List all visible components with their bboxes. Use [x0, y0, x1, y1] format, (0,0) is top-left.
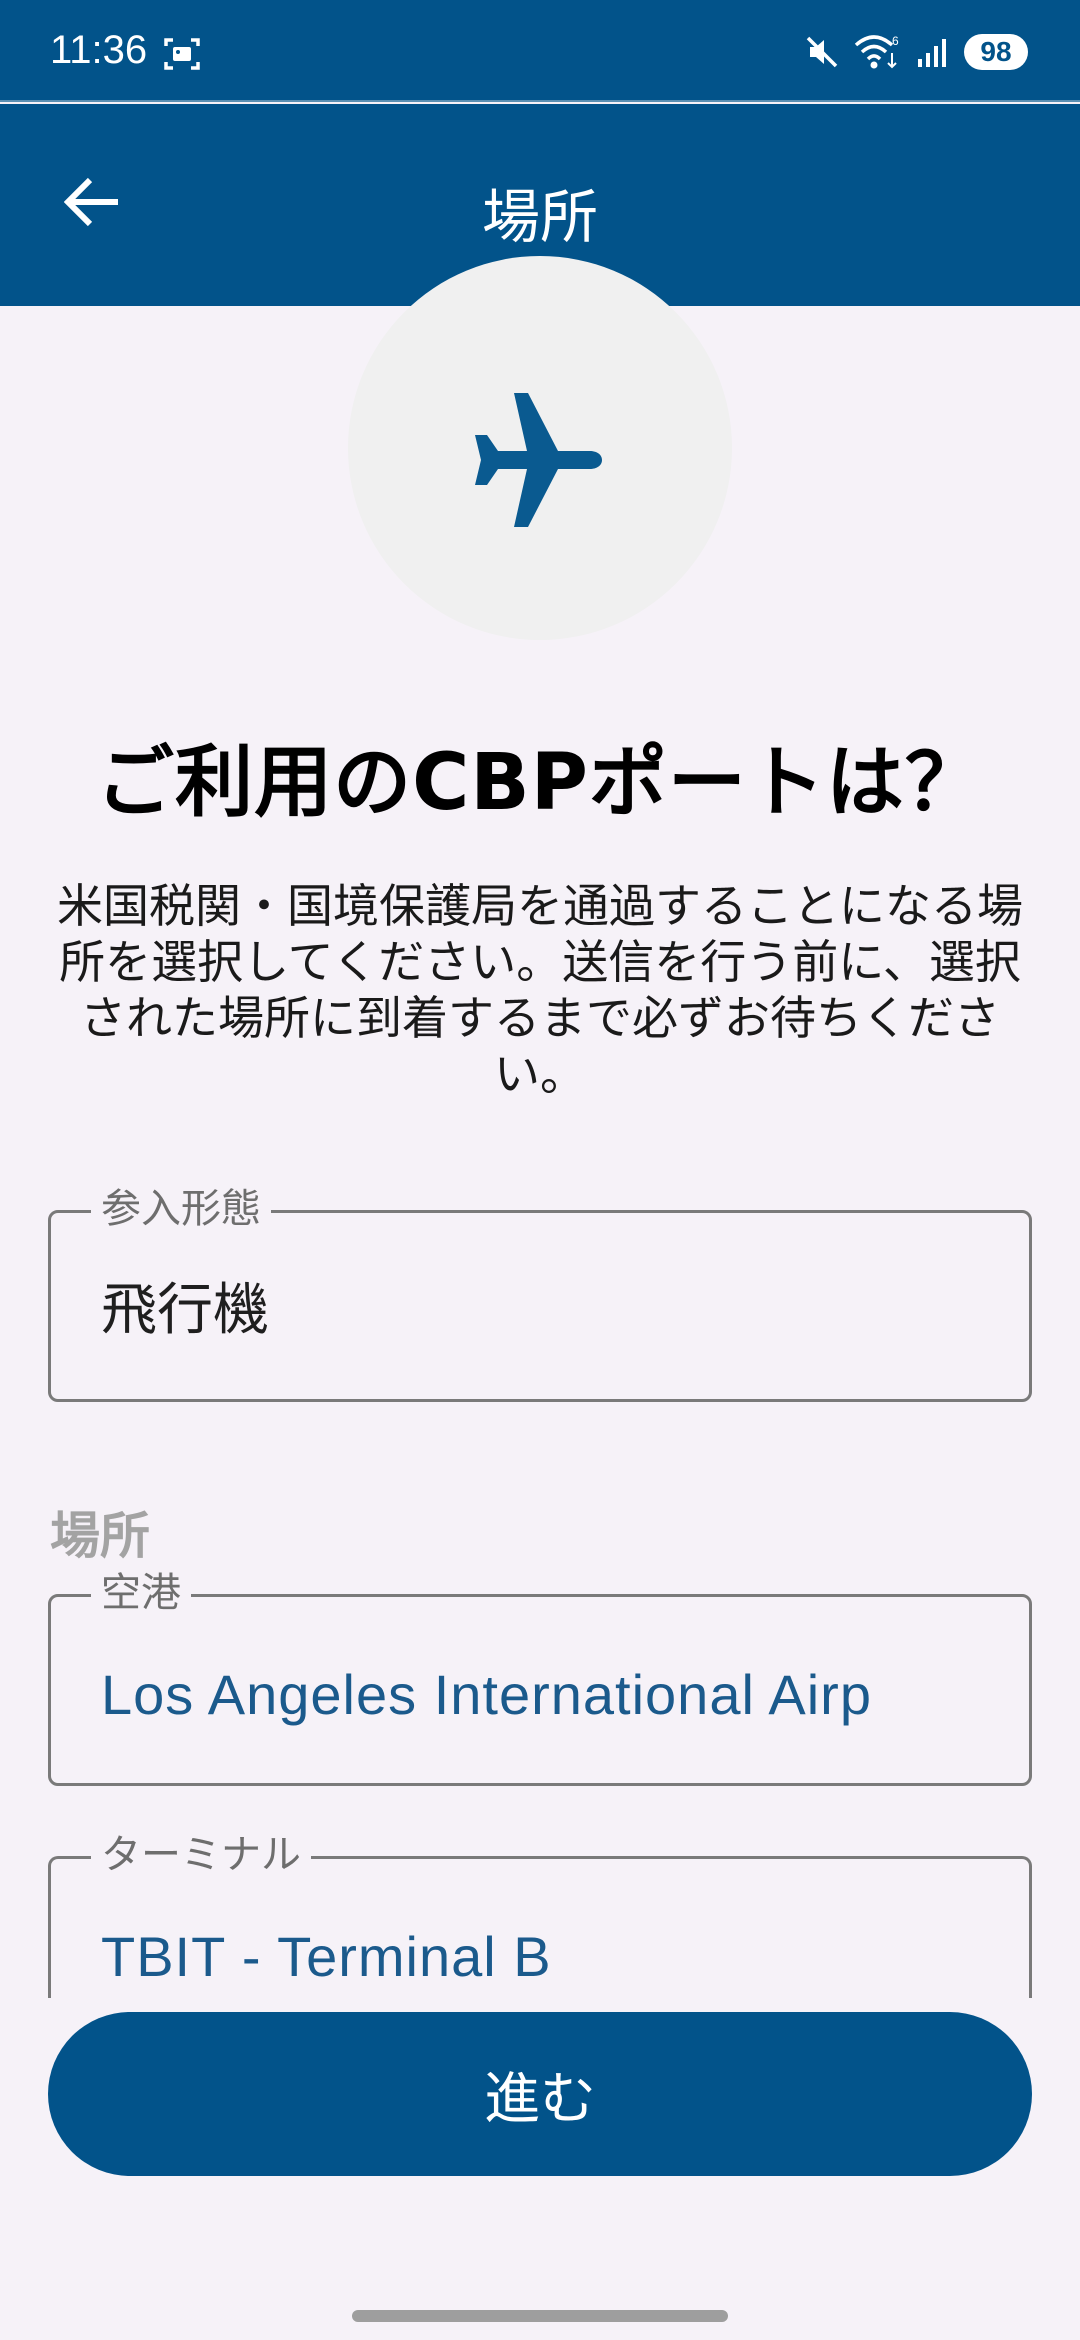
home-indicator[interactable]	[352, 2310, 728, 2322]
status-icons: 6 98	[804, 30, 1028, 74]
signal-icon	[916, 35, 950, 69]
entry-type-value: 飛行機	[101, 1278, 269, 1343]
status-bar: 11:36 6 98	[0, 0, 1080, 102]
wifi-icon: 6	[854, 33, 902, 71]
terminal-value: TBIT - Terminal B	[101, 1925, 552, 1988]
battery-indicator: 98	[964, 34, 1028, 70]
airport-field[interactable]: 空港 Los Angeles International Airp	[48, 1569, 1032, 1786]
entry-type-label: 参入形態	[91, 1185, 271, 1233]
svg-text:6: 6	[892, 34, 899, 48]
continue-button[interactable]: 進む	[48, 2012, 1032, 2176]
airport-label: 空港	[91, 1569, 191, 1617]
page-title: 場所	[481, 183, 598, 251]
hero-icon-circle	[348, 256, 732, 640]
terminal-field[interactable]: ターミナル TBIT - Terminal B	[48, 1831, 1032, 1998]
mute-icon	[804, 34, 840, 70]
entry-type-field[interactable]: 参入形態 飛行機	[48, 1185, 1032, 1402]
page-description: 米国税関・国境保護局を通過することになる場所を選択してください。送信を行う前に、…	[57, 879, 1023, 1101]
location-section-label: 場所	[50, 1507, 150, 1565]
terminal-field-container: ターミナル TBIT - Terminal B	[0, 1820, 1080, 1998]
screenshot-icon	[163, 36, 201, 72]
airplane-icon	[465, 385, 615, 539]
status-time: 11:36	[50, 28, 148, 72]
screen: 11:36 6 98 場所 ご利用のCBPポートは？ 米国税関・国境保護局を通過…	[0, 0, 1080, 2340]
airport-value: Los Angeles International Airp	[101, 1663, 872, 1726]
terminal-label: ターミナル	[91, 1831, 311, 1879]
page-heading: ご利用のCBPポートは？	[96, 738, 984, 828]
